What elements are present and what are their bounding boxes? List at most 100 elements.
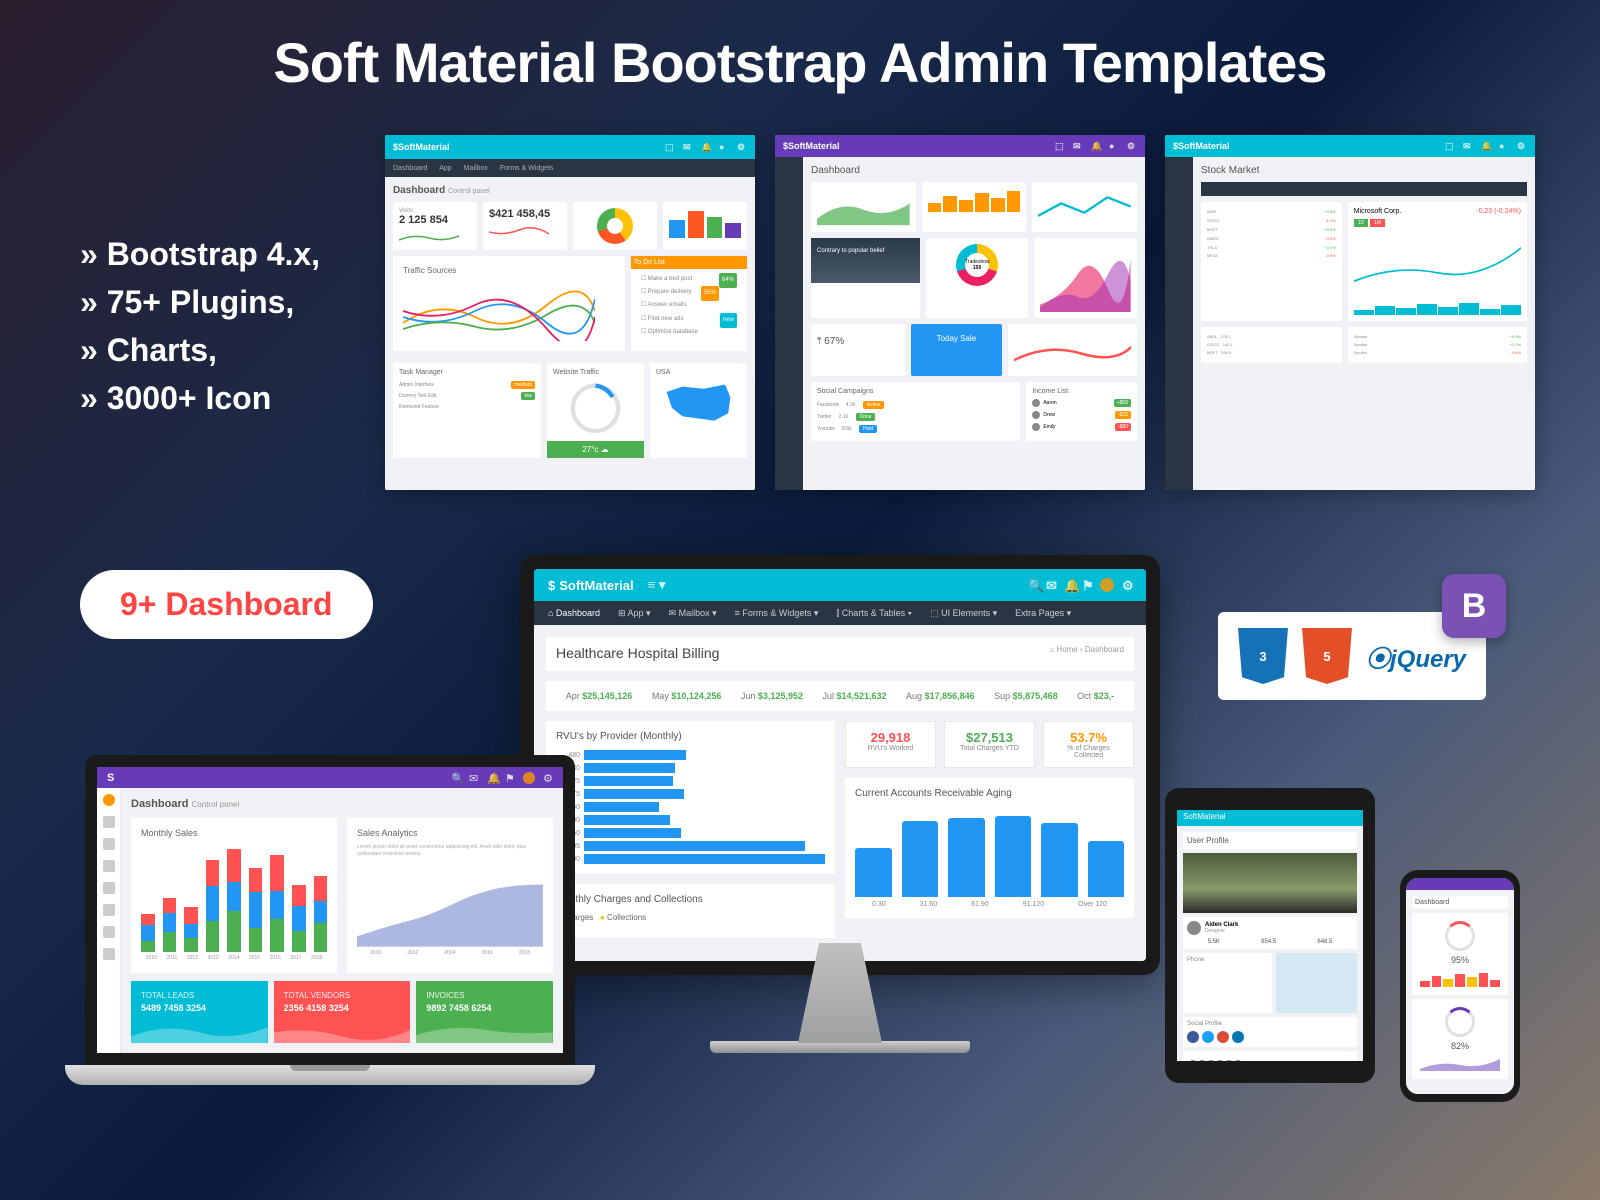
feature-item: » Charts,: [80, 326, 320, 374]
todo-card: To Do List ☐ Make a bed post 64% ☐ Prepa…: [631, 256, 747, 351]
phone-header: [1406, 878, 1514, 890]
stock-table-card: AAPL+0.8% GOOG-1.2% MSFT+0.5% AMZN-0.3% …: [1201, 202, 1342, 321]
nav-charts: ⫿ Charts & Tables ▾: [836, 608, 912, 619]
gauge-icon: [1445, 921, 1475, 951]
header-icons: ⬚✉🔔●⚙: [665, 142, 747, 152]
nav-app: ⊞ App ▾: [618, 608, 651, 619]
aging-panel: Current Accounts Receivable Aging 0.3: [845, 778, 1134, 918]
task-manager-card: Task Manager Admin Interface medium Dumm…: [393, 363, 541, 458]
map-card: [1276, 953, 1357, 1013]
thumb-header: $ SoftMaterial ⬚✉🔔●⚙: [775, 135, 1145, 157]
css3-logo-icon: 3: [1238, 628, 1288, 684]
bootstrap-logo-icon: B: [1442, 574, 1506, 638]
stat-rvu: 29,918 RVU's Worked: [845, 721, 936, 768]
sparkline-icon: [1420, 1055, 1500, 1071]
line-card: [1032, 182, 1137, 231]
feature-item: » 3000+ Icon: [80, 374, 320, 422]
nav-ui: ⬚ UI Elements ▾: [930, 608, 997, 619]
card-title: USA: [656, 369, 741, 376]
tablet-header: SoftMaterial: [1177, 810, 1363, 826]
line-chart-icon: [403, 281, 595, 341]
linkedin-icon: [1232, 1031, 1244, 1043]
area-card-1: [811, 182, 916, 231]
ticker-bar: [1201, 182, 1527, 196]
todo-items: ☐ Make a bed post 64% ☐ Prepare delivery…: [641, 273, 737, 339]
dash-nav: ⌂ Dashboard ⊞ App ▾ ✉ Mailbox ▾ ≡ Forms …: [534, 601, 1146, 625]
twitter-icon: [1202, 1031, 1214, 1043]
page-title: Dashboard: [811, 165, 1137, 176]
donut-card: Tradeshow150: [926, 238, 1029, 318]
dashboard-thumb-2: $ SoftMaterial ⬚✉🔔●⚙ Dashboard Contrary …: [775, 135, 1145, 490]
donut-card: [573, 202, 657, 250]
thumb-header: $ SoftMaterial ⬚✉🔔●⚙: [1165, 135, 1535, 157]
social-campaigns-card: Social Campaigns Facebook 4.2k Active Tw…: [811, 382, 1020, 441]
thumbnail-row: $ SoftMaterial ⬚✉🔔●⚙ Dashboard App Mailb…: [385, 135, 1535, 490]
jquery-logo-icon: ⦿jQuery: [1366, 639, 1466, 674]
bars-card: [922, 182, 1027, 231]
months-row: Apr $25,145,126 May $10,124,256 Jun $3,1…: [546, 681, 1134, 711]
google-icon: [1217, 1031, 1229, 1043]
brand-logo-icon: $: [548, 578, 555, 593]
gauge-card: ⤒ 67%: [811, 324, 905, 376]
nav-item: App: [439, 165, 451, 172]
panel-title: Current Accounts Receivable Aging: [855, 788, 1124, 799]
stat-invoices: INVOICES 9892 7458 6254: [416, 981, 553, 1043]
usa-map-card: USA: [650, 363, 747, 458]
brand-text: SoftMaterial: [398, 142, 450, 152]
area-chart-icon: [357, 864, 543, 947]
usa-map-icon: [656, 376, 741, 429]
stat-collected: 53.7% % of Charges Collected: [1043, 721, 1134, 768]
stat-leads: TOTAL LEADS 5489 7458 3254: [131, 981, 268, 1043]
phone-mockup: Dashboard 95% 82%: [1400, 870, 1520, 1102]
volume-bars-icon: [1354, 301, 1521, 315]
avatar-icon: [1100, 578, 1114, 592]
thumb-content: Stock Market AAPL+0.8% GOOG-1.2% MSFT+0.…: [1193, 157, 1535, 490]
dashboard-count-badge: 9+ Dashboard: [80, 570, 373, 639]
page-title: Dashboard Control panel: [393, 185, 747, 196]
card-title: Website Traffic: [553, 369, 638, 376]
area-purple-card: [1034, 238, 1137, 318]
page-header: Healthcare Hospital Billing ⌂ Home › Das…: [546, 637, 1134, 671]
dark-sidebar: [1165, 157, 1193, 490]
donut-chart-icon: [597, 208, 633, 244]
todo-header: To Do List: [631, 256, 747, 269]
nav-extra: Extra Pages ▾: [1015, 608, 1071, 619]
dashboard-thumb-3: $ SoftMaterial ⬚✉🔔●⚙ Stock Market AAPL+0…: [1165, 135, 1535, 490]
header-icons: ⬚✉🔔●⚙: [1055, 141, 1137, 151]
hero-card: Contrary to popular belief: [811, 238, 920, 318]
feature-item: » Bootstrap 4.x,: [80, 230, 320, 278]
avatar-icon: [1187, 921, 1201, 935]
page-title: Dashboard: [131, 798, 188, 810]
thumb-nav: Dashboard App Mailbox Forms & Widgets: [385, 159, 755, 177]
gear-icon: ⚙: [1122, 578, 1132, 588]
panel-title: Monthly Charges and Collections: [556, 894, 825, 905]
vertical-bars: [855, 807, 1124, 897]
thumb-content: Dashboard Contrary to popular belief Tra…: [803, 157, 1145, 490]
stat-value: $421 458,45: [489, 208, 561, 220]
nav-item: Dashboard: [393, 165, 427, 172]
stat-value: 2 125 854: [399, 214, 471, 226]
header-icons: 🔍 ✉ 🔔 ⚑ ⚙: [1028, 578, 1132, 592]
contact-card: Phone: [1183, 953, 1272, 1013]
stat-charges: $27,513 Total Charges YTD: [944, 721, 1035, 768]
laptop-header: S 🔍✉🔔⚑⚙: [97, 767, 563, 788]
stacked-bar-chart: [141, 844, 327, 952]
today-sale-card: Today Sale: [911, 324, 1001, 376]
imac-mockup: $ SoftMaterial ≡ ▾ 🔍 ✉ 🔔 ⚑ ⚙ ⌂ Dashboard…: [520, 555, 1160, 1053]
stock-line-chart-icon: [1354, 231, 1521, 298]
mini-bars-icon: [1420, 971, 1500, 987]
map-icon: [1276, 953, 1357, 1013]
gauge-card-2: 82%: [1412, 999, 1508, 1079]
profile-cover-photo: [1183, 853, 1357, 913]
revenue-card: $421 458,45: [483, 202, 567, 250]
sales-analytics-chart: Sales Analytics Lorem ipsum dolor sit am…: [347, 818, 553, 973]
tech-badges: B 3 5 ⦿jQuery: [1218, 612, 1486, 700]
gauge-icon: [1445, 1007, 1475, 1037]
html5-logo-icon: 5: [1302, 628, 1352, 684]
page-title: Healthcare Hospital Billing: [556, 645, 719, 661]
brand-text: SoftMaterial: [559, 578, 633, 593]
tablet-mockup: SoftMaterial User Profile Aiden ClarkDes…: [1165, 788, 1375, 1083]
gauge-card-1: 95%: [1412, 913, 1508, 995]
dark-sidebar: [775, 157, 803, 490]
tradeshow-donut-icon: Tradeshow150: [956, 244, 998, 286]
